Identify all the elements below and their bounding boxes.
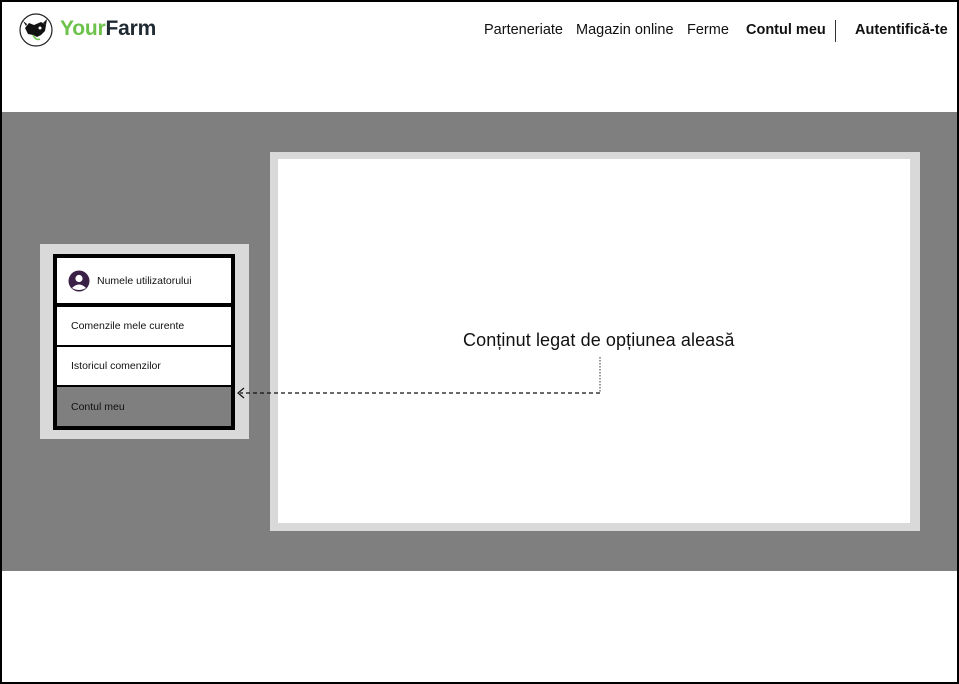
login-link[interactable]: Autentifică-te [855, 22, 948, 38]
main-area: Numele utilizatorului Comenzile mele cur… [2, 112, 957, 571]
dashed-arrow-connector [237, 357, 601, 399]
page-frame: YourFarm Parteneriate Magazin online Fer… [0, 0, 959, 684]
nav-divider [835, 20, 836, 42]
nav-ferme[interactable]: Ferme [687, 22, 729, 38]
site-header: YourFarm Parteneriate Magazin online Fer… [2, 2, 957, 112]
brand-your: Your [60, 17, 106, 40]
nav-parteneriate[interactable]: Parteneriate [484, 22, 563, 38]
brand-farm: Farm [105, 17, 157, 40]
nav-contul-meu[interactable]: Contul meu [746, 22, 826, 38]
cow-logo-icon[interactable] [19, 13, 53, 47]
nav-magazin-online[interactable]: Magazin online [576, 22, 674, 38]
brand-name[interactable]: YourFarm [60, 17, 156, 41]
